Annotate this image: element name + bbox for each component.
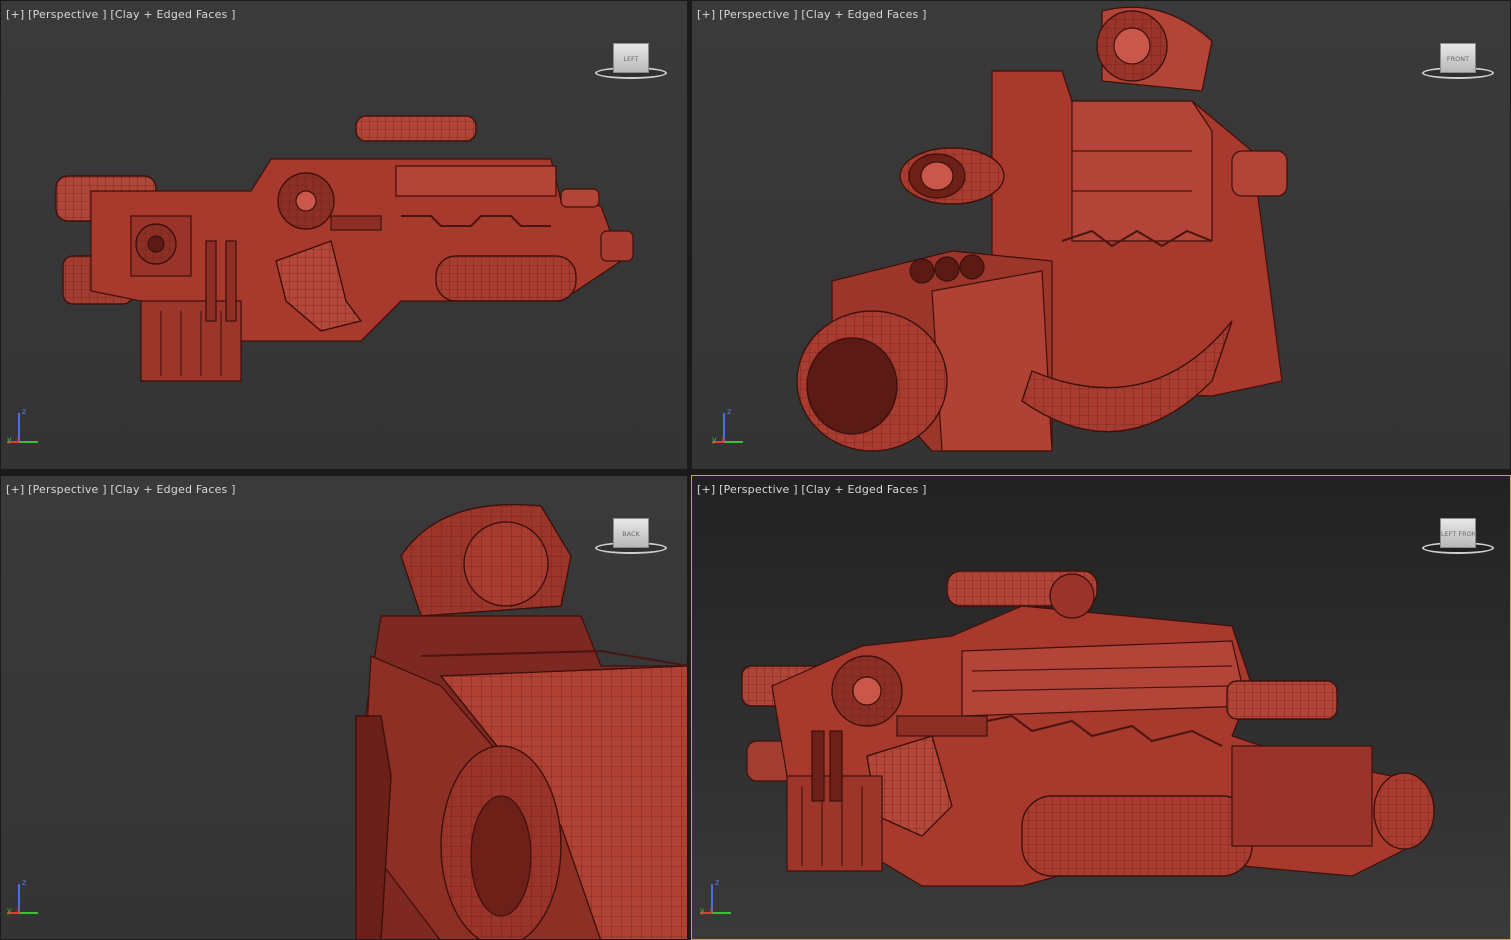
viewcube[interactable]: BACK (595, 518, 667, 556)
viewcube[interactable]: LEFT FRONT (1422, 518, 1494, 556)
viewport-label: [+] [Perspective ] [Clay + Edged Faces ] (6, 483, 236, 496)
viewport-shading-mode[interactable]: [Clay + Edged Faces ] (801, 8, 926, 21)
viewcube-face[interactable]: LEFT FRONT (1440, 518, 1476, 548)
gun-model-perspective (741, 570, 1435, 887)
viewport-point-of-view[interactable]: [Perspective ] (719, 483, 798, 496)
viewport-point-of-view[interactable]: [Perspective ] (28, 8, 107, 21)
viewcube[interactable]: LEFT (595, 43, 667, 81)
viewport-bottom-right-active[interactable]: [+] [Perspective ] [Clay + Edged Faces ]… (691, 475, 1511, 940)
gun-model-side-view (55, 115, 634, 382)
viewport-shading-mode[interactable]: [Clay + Edged Faces ] (110, 483, 235, 496)
viewport-label: [+] [Perspective ] [Clay + Edged Faces ] (697, 8, 927, 21)
viewcube-face[interactable]: BACK (613, 518, 649, 548)
viewport-point-of-view[interactable]: [Perspective ] (28, 483, 107, 496)
axis-gizmo: zyx (712, 407, 748, 447)
viewcube[interactable]: FRONT (1422, 43, 1494, 81)
viewport-point-of-view[interactable]: [Perspective ] (719, 8, 798, 21)
viewport-menu-plus[interactable]: [+] (6, 8, 24, 21)
axis-gizmo: zyx (7, 878, 43, 918)
gun-model-front-three-quarter (796, 6, 1288, 452)
viewcube-face[interactable]: LEFT (613, 43, 649, 73)
viewport-top-right[interactable]: [+] [Perspective ] [Clay + Edged Faces ]… (691, 0, 1511, 470)
viewport-shading-mode[interactable]: [Clay + Edged Faces ] (110, 8, 235, 21)
viewport-bottom-left[interactable]: [+] [Perspective ] [Clay + Edged Faces ]… (0, 475, 688, 940)
viewport-menu-plus[interactable]: [+] (697, 8, 715, 21)
viewport-label: [+] [Perspective ] [Clay + Edged Faces ] (697, 483, 927, 496)
viewcube-face[interactable]: FRONT (1440, 43, 1476, 73)
axis-gizmo: zyx (700, 878, 736, 918)
viewport-top-left[interactable]: [+] [Perspective ] [Clay + Edged Faces ]… (0, 0, 688, 470)
viewport-menu-plus[interactable]: [+] (6, 483, 24, 496)
viewport-label: [+] [Perspective ] [Clay + Edged Faces ] (6, 8, 236, 21)
axis-gizmo: zyx (7, 407, 43, 447)
viewport-menu-plus[interactable]: [+] (697, 483, 715, 496)
viewport-shading-mode[interactable]: [Clay + Edged Faces ] (801, 483, 926, 496)
gun-model-rear-closeup (355, 503, 687, 939)
